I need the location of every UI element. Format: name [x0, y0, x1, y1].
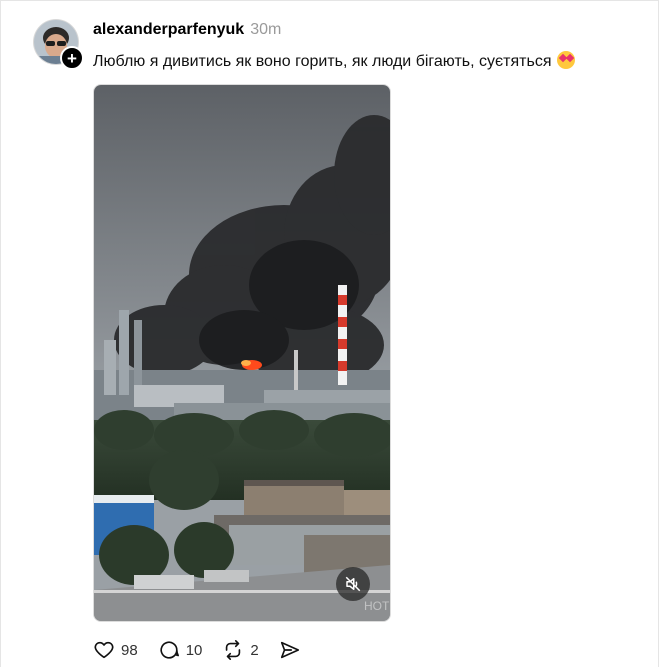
- share-button[interactable]: [279, 639, 301, 661]
- comment-count: 10: [185, 641, 203, 659]
- video-player[interactable]: НОТ: [93, 84, 391, 622]
- plus-icon: +: [67, 48, 77, 68]
- post-header: alexanderparfenyuk 30m: [93, 21, 281, 39]
- post-text: Люблю я дивитись як воно горить, як люди…: [93, 51, 576, 71]
- repost-button[interactable]: 2: [222, 639, 259, 661]
- follow-button[interactable]: +: [60, 46, 84, 70]
- post-card: + alexanderparfenyuk 30m Люблю я дивитис…: [0, 0, 659, 667]
- avatar-container[interactable]: +: [34, 20, 84, 70]
- heart-eyes-emoji-icon: [557, 51, 576, 69]
- post-caption: Люблю я дивитись як воно горить, як люди…: [93, 53, 552, 70]
- watermark-text: НОТ: [364, 599, 390, 613]
- chimney: [338, 285, 347, 385]
- send-icon: [280, 641, 299, 659]
- mute-button[interactable]: [336, 567, 370, 601]
- comment-icon: [160, 641, 179, 659]
- repost-count: 2: [250, 641, 259, 659]
- heart-icon: [94, 641, 114, 659]
- repost-icon: [226, 640, 241, 660]
- like-button[interactable]: 98: [93, 639, 138, 661]
- comment-button[interactable]: 10: [158, 639, 203, 661]
- like-count: 98: [121, 641, 138, 659]
- speaker-muted-icon: [345, 576, 361, 592]
- post-timestamp[interactable]: 30m: [250, 21, 281, 39]
- username-link[interactable]: alexanderparfenyuk: [93, 21, 244, 39]
- video-frame: НОТ: [94, 85, 390, 621]
- post-actions: 98 10 2: [93, 639, 321, 661]
